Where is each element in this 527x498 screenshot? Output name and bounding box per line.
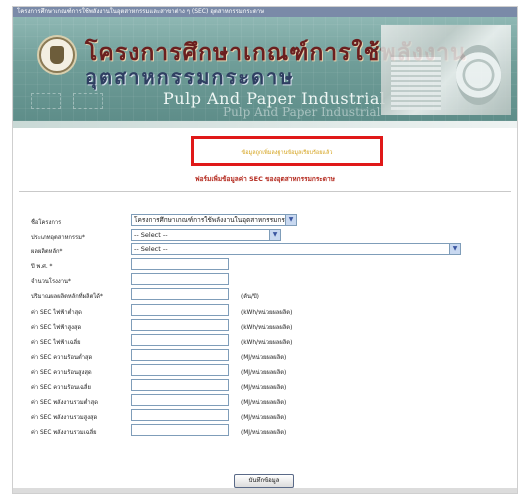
form-row: ประเภทอุตสาหกรรม* -- Select -- ▼	[31, 229, 511, 243]
form-row: ค่า SEC ไฟฟ้าสูงสุด (kWh/หน่วยผลผลิต)	[31, 319, 511, 333]
chevron-down-icon[interactable]: ▼	[285, 215, 296, 225]
form-row: ค่า SEC ความร้อนสูงสุด (MJ/หน่วยผลผลิต)	[31, 364, 511, 378]
browser-frame: โครงการศึกษาเกณฑ์การใช้พลังงานในอุตสาหกร…	[12, 6, 518, 494]
field-input[interactable]	[131, 394, 229, 406]
select-value: โครงการศึกษาเกณฑ์การใช้พลังงานในอุตสาหกร…	[134, 216, 297, 224]
field-label: ค่า SEC พลังงานรวมเฉลี่ย	[31, 430, 97, 436]
bottom-bar	[13, 488, 517, 493]
banner-title-english-shadow: Pulp And Paper Industrial	[223, 105, 381, 119]
field-unit: (kWh/หน่วยผลผลิต)	[241, 340, 293, 346]
save-button[interactable]: บันทึกข้อมูล	[234, 474, 294, 488]
form-divider	[19, 191, 511, 192]
field-label: ผลผลิตหลัก*	[31, 249, 63, 255]
form-row: ค่า SEC พลังงานรวมต่ำสุด (MJ/หน่วยผลผลิต)	[31, 394, 511, 408]
banner-decoration	[73, 93, 103, 109]
field-unit: (MJ/หน่วยผลผลิต)	[241, 430, 287, 436]
field-label: ค่า SEC ไฟฟ้าต่ำสุด	[31, 310, 82, 316]
field-input[interactable]	[131, 409, 229, 421]
field-unit: (kWh/หน่วยผลผลิต)	[241, 325, 293, 331]
field-unit: (MJ/หน่วยผลผลิต)	[241, 400, 287, 406]
field-select[interactable]: โครงการศึกษาเกณฑ์การใช้พลังงานในอุตสาหกร…	[131, 214, 297, 226]
field-label: ชื่อโครงการ	[31, 220, 62, 226]
form-row: ค่า SEC พลังงานรวมสูงสุด (MJ/หน่วยผลผลิต)	[31, 409, 511, 423]
success-message-box: ข้อมูลถูกเพิ่มลงฐานข้อมูลเรียบร้อยแล้ว	[191, 136, 383, 166]
form-row: ผลผลิตหลัก* -- Select -- ▼	[31, 243, 511, 257]
form-row: ค่า SEC ความร้อนต่ำสุด (MJ/หน่วยผลผลิต)	[31, 349, 511, 363]
form-title: ฟอร์มเพิ่มข้อมูลค่า SEC ของอุตสาหกรรมกระ…	[195, 175, 335, 183]
field-label: ค่า SEC ไฟฟ้าสูงสุด	[31, 325, 82, 331]
field-label: ปี พ.ศ. *	[31, 264, 53, 270]
form-row: ค่า SEC ความร้อนเฉลี่ย (MJ/หน่วยผลผลิต)	[31, 379, 511, 393]
field-label: ประเภทอุตสาหกรรม*	[31, 235, 85, 241]
page-header-bar: โครงการศึกษาเกณฑ์การใช้พลังงานในอุตสาหกร…	[13, 7, 517, 17]
form-row: ค่า SEC พลังงานรวมเฉลี่ย (MJ/หน่วยผลผลิต)	[31, 424, 511, 438]
field-input[interactable]	[131, 349, 229, 361]
banner-stripe	[13, 121, 517, 128]
field-input[interactable]	[131, 364, 229, 376]
field-unit: (MJ/หน่วยผลผลิต)	[241, 355, 287, 361]
field-label: ค่า SEC ความร้อนต่ำสุด	[31, 355, 93, 361]
field-input[interactable]	[131, 379, 229, 391]
field-select[interactable]: -- Select -- ▼	[131, 243, 461, 255]
form-row: ปี พ.ศ. *	[31, 258, 511, 272]
form-row: ปริมาณผลผลิตหลักที่ผลิตได้* (ตัน/ปี)	[31, 288, 511, 302]
field-unit: (ตัน/ปี)	[241, 294, 259, 300]
form-row: ชื่อโครงการ โครงการศึกษาเกณฑ์การใช้พลังงา…	[31, 214, 511, 228]
field-input[interactable]	[131, 288, 229, 300]
select-value: -- Select --	[134, 245, 168, 253]
field-unit: (kWh/หน่วยผลผลิต)	[241, 310, 293, 316]
field-unit: (MJ/หน่วยผลผลิต)	[241, 370, 287, 376]
banner-decoration	[31, 93, 61, 109]
form-row: ค่า SEC ไฟฟ้าต่ำสุด (kWh/หน่วยผลผลิต)	[31, 304, 511, 318]
field-input[interactable]	[131, 334, 229, 346]
site-banner: โครงการศึกษาเกณฑ์การใช้พลังงาน อุตสาหกรร…	[13, 17, 517, 121]
field-label: จำนวนโรงงาน*	[31, 279, 71, 285]
field-input[interactable]	[131, 424, 229, 436]
emblem-icon	[39, 37, 75, 73]
field-unit: (MJ/หน่วยผลผลิต)	[241, 415, 287, 421]
paper-roll-photo	[381, 25, 511, 115]
field-input[interactable]	[131, 258, 229, 270]
field-label: ค่า SEC พลังงานรวมสูงสุด	[31, 415, 98, 421]
field-unit: (MJ/หน่วยผลผลิต)	[241, 385, 287, 391]
main-content: ข้อมูลถูกเพิ่มลงฐานข้อมูลเรียบร้อยแล้ว ฟ…	[13, 128, 517, 492]
field-label: ค่า SEC ไฟฟ้าเฉลี่ย	[31, 340, 81, 346]
field-input[interactable]	[131, 273, 229, 285]
field-input[interactable]	[131, 319, 229, 331]
select-value: -- Select --	[134, 231, 168, 239]
field-select[interactable]: -- Select -- ▼	[131, 229, 281, 241]
chevron-down-icon[interactable]: ▼	[269, 230, 280, 240]
success-message: ข้อมูลถูกเพิ่มลงฐานข้อมูลเรียบร้อยแล้ว	[241, 150, 333, 156]
field-label: ค่า SEC ความร้อนสูงสุด	[31, 370, 92, 376]
form-row: ค่า SEC ไฟฟ้าเฉลี่ย (kWh/หน่วยผลผลิต)	[31, 334, 511, 348]
field-input[interactable]	[131, 304, 229, 316]
form-row: จำนวนโรงงาน*	[31, 273, 511, 287]
field-label: ค่า SEC พลังงานรวมต่ำสุด	[31, 400, 98, 406]
field-label: ค่า SEC ความร้อนเฉลี่ย	[31, 385, 91, 391]
field-label: ปริมาณผลผลิตหลักที่ผลิตได้*	[31, 294, 103, 300]
chevron-down-icon[interactable]: ▼	[449, 244, 460, 254]
